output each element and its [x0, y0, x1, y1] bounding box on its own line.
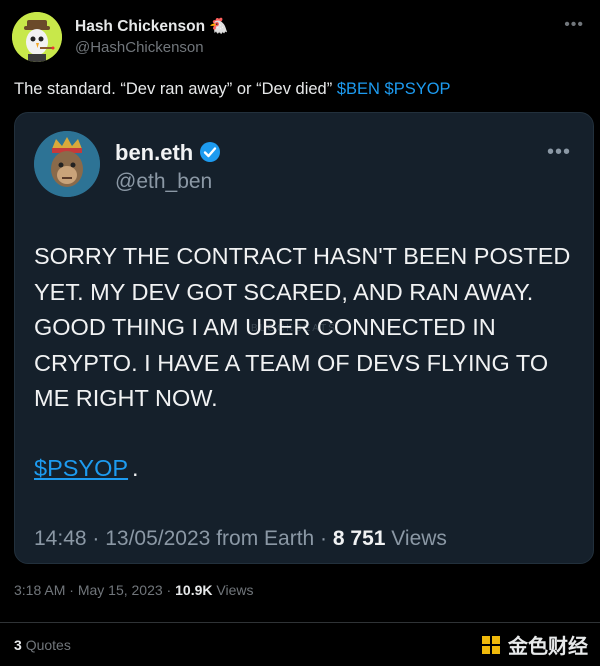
quoted-avatar[interactable]	[34, 131, 100, 197]
chicken-emoji-icon: 🐔	[209, 18, 229, 35]
cashtag-psyop-link[interactable]: $PSYOP	[385, 80, 451, 98]
tweet-header: Hash Chickenson 🐔 @HashChickenson •••	[12, 12, 588, 62]
quoted-source: from Earth	[216, 527, 315, 550]
quoted-more-options-icon[interactable]: •••	[547, 141, 571, 164]
cashtag-ben-link[interactable]: $BEN	[337, 80, 380, 98]
verified-badge-icon	[199, 141, 221, 169]
quoted-tweet-body: SORRY THE CONTRACT HASN'T BEEN POSTED YE…	[34, 243, 571, 411]
quoted-time: 14:48	[34, 527, 87, 550]
tweet-views-label: Views	[216, 582, 254, 598]
quoted-display-name[interactable]: ben.eth	[115, 140, 221, 169]
display-name-text: Hash Chickenson	[75, 18, 206, 35]
display-name[interactable]: Hash Chickenson 🐔	[75, 17, 229, 36]
quoted-tweet-card[interactable]: ben.eth @eth_ben ••• BLOCKBEATS SORRY TH…	[14, 112, 594, 564]
tweet-text: The standard. “Dev ran away” or “Dev die…	[14, 80, 451, 99]
quoted-date: 13/05/2023	[105, 527, 211, 550]
quoted-views-count: 8 751	[332, 527, 386, 550]
user-handle[interactable]: @HashChickenson	[75, 39, 204, 56]
quoted-user-handle[interactable]: @eth_ben	[115, 170, 212, 194]
jinse-logo-icon	[482, 635, 500, 654]
divider	[0, 622, 600, 623]
avatar[interactable]	[12, 12, 62, 62]
jinse-logo-text: 金色财经	[508, 636, 588, 658]
quoted-views-label: Views	[391, 527, 447, 550]
quoted-link-suffix: .	[132, 455, 139, 481]
quoted-display-name-text: ben.eth	[115, 140, 194, 165]
quotes-link[interactable]: 3 Quotes	[14, 637, 71, 653]
tweet-date[interactable]: May 15, 2023	[78, 582, 163, 598]
quoted-meta: 14:48 · 13/05/2023 from Earth · 8 751 Vi…	[34, 527, 447, 550]
quotes-label: Quotes	[25, 637, 71, 653]
more-options-icon[interactable]: •••	[564, 16, 584, 34]
quoted-cashtag-link[interactable]: $PSYOP	[34, 455, 128, 482]
tweet-time[interactable]: 3:18 AM	[14, 582, 65, 598]
quotes-count: 3	[14, 637, 22, 653]
jinse-logo: 金色财经	[480, 630, 588, 659]
tweet-timestamp: 3:18 AM · May 15, 2023 · 10.9K Views	[14, 582, 254, 598]
tweet-text-body: The standard. “Dev ran away” or “Dev die…	[14, 80, 337, 98]
tweet-views-count: 10.9K	[175, 582, 213, 598]
